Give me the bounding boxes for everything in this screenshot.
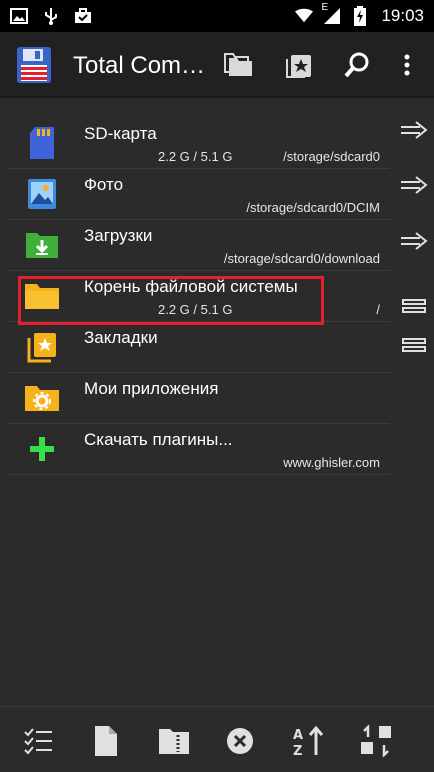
list-item-bookmarks[interactable]: Закладки xyxy=(8,322,390,373)
item-path: /storage/sdcard0/DCIM xyxy=(246,200,380,215)
item-label: Фото xyxy=(84,175,124,194)
item-label: Закладки xyxy=(84,328,158,347)
item-path: www.ghisler.com xyxy=(283,455,380,470)
list-item-photo[interactable]: Фото /storage/sdcard0/DCIM xyxy=(8,169,390,220)
item-label: Скачать плагины... xyxy=(84,430,233,449)
image-icon xyxy=(10,7,28,25)
item-path: /storage/sdcard0 xyxy=(283,149,380,164)
arrow-right-icon[interactable] xyxy=(398,228,430,254)
photo-icon xyxy=(24,176,60,212)
item-path: / xyxy=(376,302,380,317)
network-badge: E xyxy=(321,2,329,13)
item-label: SD-карта xyxy=(84,124,157,143)
more-vert-icon[interactable] xyxy=(390,48,424,82)
highlight-box xyxy=(18,276,324,325)
bottom-toolbar: AZ xyxy=(0,707,434,772)
equals-icon[interactable] xyxy=(398,293,430,319)
list-item-download-plugins[interactable]: Скачать плагины... www.ghisler.com xyxy=(8,424,390,475)
sort-icon[interactable]: AZ xyxy=(288,721,328,761)
app-bar: Total Com… xyxy=(0,32,434,98)
usb-icon xyxy=(42,7,60,25)
download-folder-icon xyxy=(24,227,60,263)
item-size: 2.2 G / 5.1 G xyxy=(158,149,233,164)
search-icon[interactable] xyxy=(340,48,374,82)
battery-charging-icon xyxy=(351,6,369,26)
wifi-icon xyxy=(295,7,314,25)
equals-icon[interactable] xyxy=(398,332,430,358)
total-commander-logo-icon xyxy=(16,46,52,84)
app-title: Total Com… xyxy=(73,52,206,79)
new-file-icon[interactable] xyxy=(86,721,126,761)
apps-folder-icon xyxy=(24,380,60,416)
briefcase-check-icon xyxy=(74,7,92,25)
delete-icon[interactable] xyxy=(220,721,260,761)
item-label: Мои приложения xyxy=(84,379,219,398)
item-label: Загрузки xyxy=(84,226,153,245)
arrow-right-icon[interactable] xyxy=(398,117,430,143)
signal-icon: E xyxy=(321,2,341,25)
svg-text:Z: Z xyxy=(293,744,302,757)
arrow-right-icon[interactable] xyxy=(398,172,430,198)
archive-icon[interactable] xyxy=(154,721,194,761)
clock: 19:03 xyxy=(381,6,424,25)
folders-icon[interactable] xyxy=(222,48,256,82)
list-item-my-apps[interactable]: Мои приложения xyxy=(8,373,390,424)
status-bar: E 19:03 xyxy=(0,0,434,32)
bookmark-folder-icon[interactable] xyxy=(282,48,316,82)
bookmarks-icon xyxy=(24,329,60,365)
svg-text:A: A xyxy=(293,728,303,743)
sd-card-icon xyxy=(24,125,60,161)
list-item-downloads[interactable]: Загрузки /storage/sdcard0/download xyxy=(8,220,390,271)
select-list-icon[interactable] xyxy=(18,721,58,761)
item-path: /storage/sdcard0/download xyxy=(223,251,380,266)
plus-icon xyxy=(24,431,60,467)
list-item-sd-card[interactable]: SD-карта 2.2 G / 5.1 G /storage/sdcard0 xyxy=(8,118,390,169)
swap-icon[interactable] xyxy=(356,721,396,761)
